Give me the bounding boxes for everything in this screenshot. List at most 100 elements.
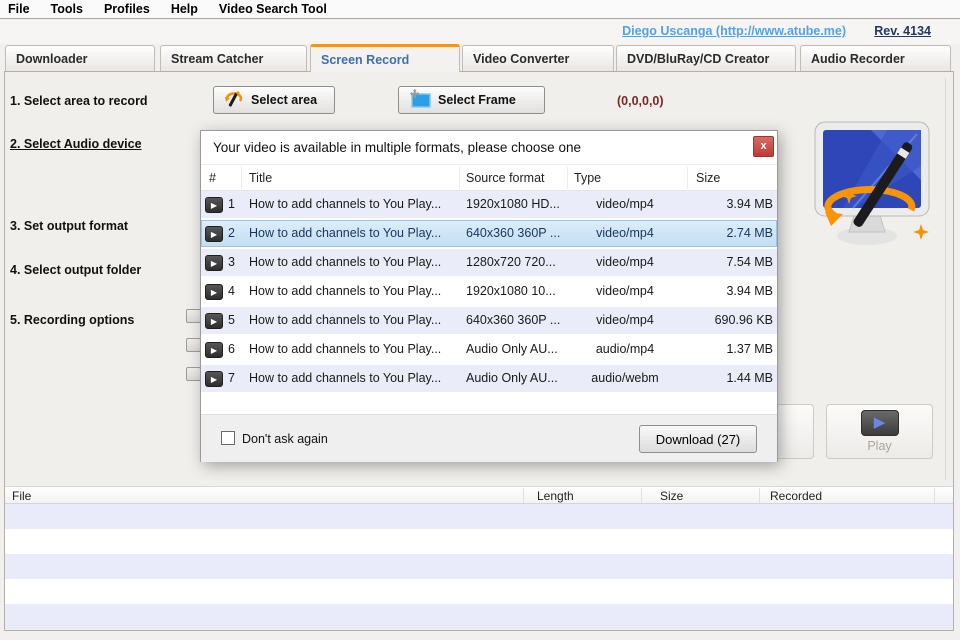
row-num: 3 <box>228 255 235 269</box>
tab-dvd-bluray-cd-creator-label: DVD/BluRay/CD Creator <box>627 52 770 66</box>
row-title: How to add channels to You Play... <box>249 342 442 356</box>
file-table-row <box>5 604 953 629</box>
row-num: 7 <box>228 371 235 385</box>
author-website-link[interactable]: Diego Uscanga (http://www.atube.me) <box>622 24 846 38</box>
row-type: video/mp4 <box>596 226 654 240</box>
dialog-col-title[interactable]: Title <box>249 171 272 185</box>
dialog-col-source-format[interactable]: Source format <box>466 171 545 185</box>
row-title: How to add channels to You Play... <box>249 197 442 211</box>
row-size: 3.94 MB <box>726 284 773 298</box>
file-table-row <box>5 529 953 554</box>
row-size: 1.37 MB <box>726 342 773 356</box>
step-select-output-folder: 4. Select output folder <box>10 263 142 277</box>
format-row-3[interactable]: ▶ 3 How to add channels to You Play... 1… <box>201 249 777 278</box>
col-recorded[interactable]: Recorded <box>770 489 822 503</box>
dont-ask-again-label: Don't ask again <box>242 432 328 446</box>
step-select-area: 1. Select area to record <box>10 94 148 108</box>
step-recording-options: 5. Recording options <box>10 313 135 327</box>
select-area-button[interactable]: Select area <box>213 86 335 114</box>
format-row-4[interactable]: ▶ 4 How to add channels to You Play... 1… <box>201 278 777 307</box>
format-row-2-selected[interactable]: ▶ 2 How to add channels to You Play... 6… <box>201 220 777 249</box>
tab-audio-recorder-label: Audio Recorder <box>811 52 905 66</box>
row-size: 690.96 KB <box>714 313 773 327</box>
magic-wand-icon <box>224 89 244 112</box>
row-title: How to add channels to You Play... <box>249 313 442 327</box>
play-button-label: Play <box>867 439 892 453</box>
row-title: How to add channels to You Play... <box>249 371 442 385</box>
format-row-1[interactable]: ▶ 1 How to add channels to You Play... 1… <box>201 191 777 220</box>
tab-downloader-label: Downloader <box>16 52 88 66</box>
dialog-footer: Don't ask again Download (27) <box>201 414 777 462</box>
dialog-col-num[interactable]: # <box>209 171 216 185</box>
select-area-label: Select area <box>251 93 318 107</box>
tab-screen-record[interactable]: Screen Record <box>310 44 460 72</box>
col-file[interactable]: File <box>12 489 31 503</box>
tab-video-converter[interactable]: Video Converter <box>462 45 614 72</box>
dont-ask-again-checkbox[interactable] <box>221 431 235 445</box>
row-num: 2 <box>228 226 235 240</box>
select-frame-button[interactable]: Select Frame <box>398 86 545 114</box>
row-source: 640x360 360P ... <box>466 226 561 240</box>
tab-stream-catcher-label: Stream Catcher <box>171 52 264 66</box>
dialog-format-list: ▶ 1 How to add channels to You Play... 1… <box>201 191 777 394</box>
play-preview-icon[interactable]: ▶ <box>205 284 223 300</box>
row-type: video/mp4 <box>596 197 654 211</box>
menu-video-search-tool[interactable]: Video Search Tool <box>219 2 327 16</box>
col-length[interactable]: Length <box>537 489 574 503</box>
format-chooser-dialog: Your video is available in multiple form… <box>200 130 778 462</box>
row-size: 2.74 MB <box>726 226 773 240</box>
row-source: 640x360 360P ... <box>466 313 561 327</box>
screen-record-monitor-icon <box>795 116 945 258</box>
play-preview-icon[interactable]: ▶ <box>205 342 223 358</box>
frame-icon <box>409 88 431 112</box>
row-num: 1 <box>228 197 235 211</box>
download-button[interactable]: Download (27) <box>639 425 757 453</box>
capture-coordinates: (0,0,0,0) <box>617 94 664 108</box>
tab-video-converter-label: Video Converter <box>473 52 570 66</box>
row-type: audio/webm <box>591 371 659 385</box>
tab-audio-recorder[interactable]: Audio Recorder <box>800 45 951 72</box>
revision-label: Rev. 4134 <box>874 24 931 38</box>
format-row-5[interactable]: ▶ 5 How to add channels to You Play... 6… <box>201 307 777 336</box>
play-preview-icon[interactable]: ▶ <box>205 313 223 329</box>
tab-screen-record-label: Screen Record <box>321 52 410 67</box>
select-frame-label: Select Frame <box>438 93 516 107</box>
menu-help[interactable]: Help <box>171 2 198 16</box>
step-select-audio-device[interactable]: 2. Select Audio device <box>10 137 142 151</box>
row-type: video/mp4 <box>596 313 654 327</box>
row-size: 1.44 MB <box>726 371 773 385</box>
panel-divider <box>945 78 946 480</box>
row-checkbox-stub <box>186 309 201 323</box>
file-table-header: File Length Size Recorded <box>5 486 953 504</box>
row-source: Audio Only AU... <box>466 342 558 356</box>
play-preview-icon[interactable]: ▶ <box>205 197 223 213</box>
row-source: 1920x1080 HD... <box>466 197 560 211</box>
format-row-7[interactable]: ▶ 7 How to add channels to You Play... A… <box>201 365 777 394</box>
dialog-col-type[interactable]: Type <box>574 171 601 185</box>
tab-dvd-bluray-cd-creator[interactable]: DVD/BluRay/CD Creator <box>616 45 796 72</box>
play-preview-icon[interactable]: ▶ <box>205 255 223 271</box>
tab-downloader[interactable]: Downloader <box>5 45 155 72</box>
menu-bar: File Tools Profiles Help Video Search To… <box>0 0 960 19</box>
play-preview-icon[interactable]: ▶ <box>205 371 223 387</box>
play-preview-icon[interactable]: ▶ <box>205 226 223 242</box>
play-button[interactable]: ▶ Play <box>826 404 933 459</box>
close-icon[interactable]: x <box>753 136 774 157</box>
dialog-col-size[interactable]: Size <box>696 171 720 185</box>
row-size: 7.54 MB <box>726 255 773 269</box>
row-source: 1280x720 720... <box>466 255 556 269</box>
play-icon: ▶ <box>860 410 899 436</box>
row-title: How to add channels to You Play... <box>249 226 442 240</box>
col-size[interactable]: Size <box>660 489 683 503</box>
app-window: File Tools Profiles Help Video Search To… <box>0 0 960 640</box>
row-checkbox-stub <box>186 338 201 352</box>
row-title: How to add channels to You Play... <box>249 284 442 298</box>
tab-stream-catcher[interactable]: Stream Catcher <box>160 45 307 72</box>
row-checkbox-stub <box>186 367 201 381</box>
menu-file[interactable]: File <box>8 2 30 16</box>
menu-profiles[interactable]: Profiles <box>104 2 150 16</box>
dialog-title: Your video is available in multiple form… <box>213 140 581 155</box>
format-row-6[interactable]: ▶ 6 How to add channels to You Play... A… <box>201 336 777 365</box>
row-num: 6 <box>228 342 235 356</box>
menu-tools[interactable]: Tools <box>51 2 83 16</box>
